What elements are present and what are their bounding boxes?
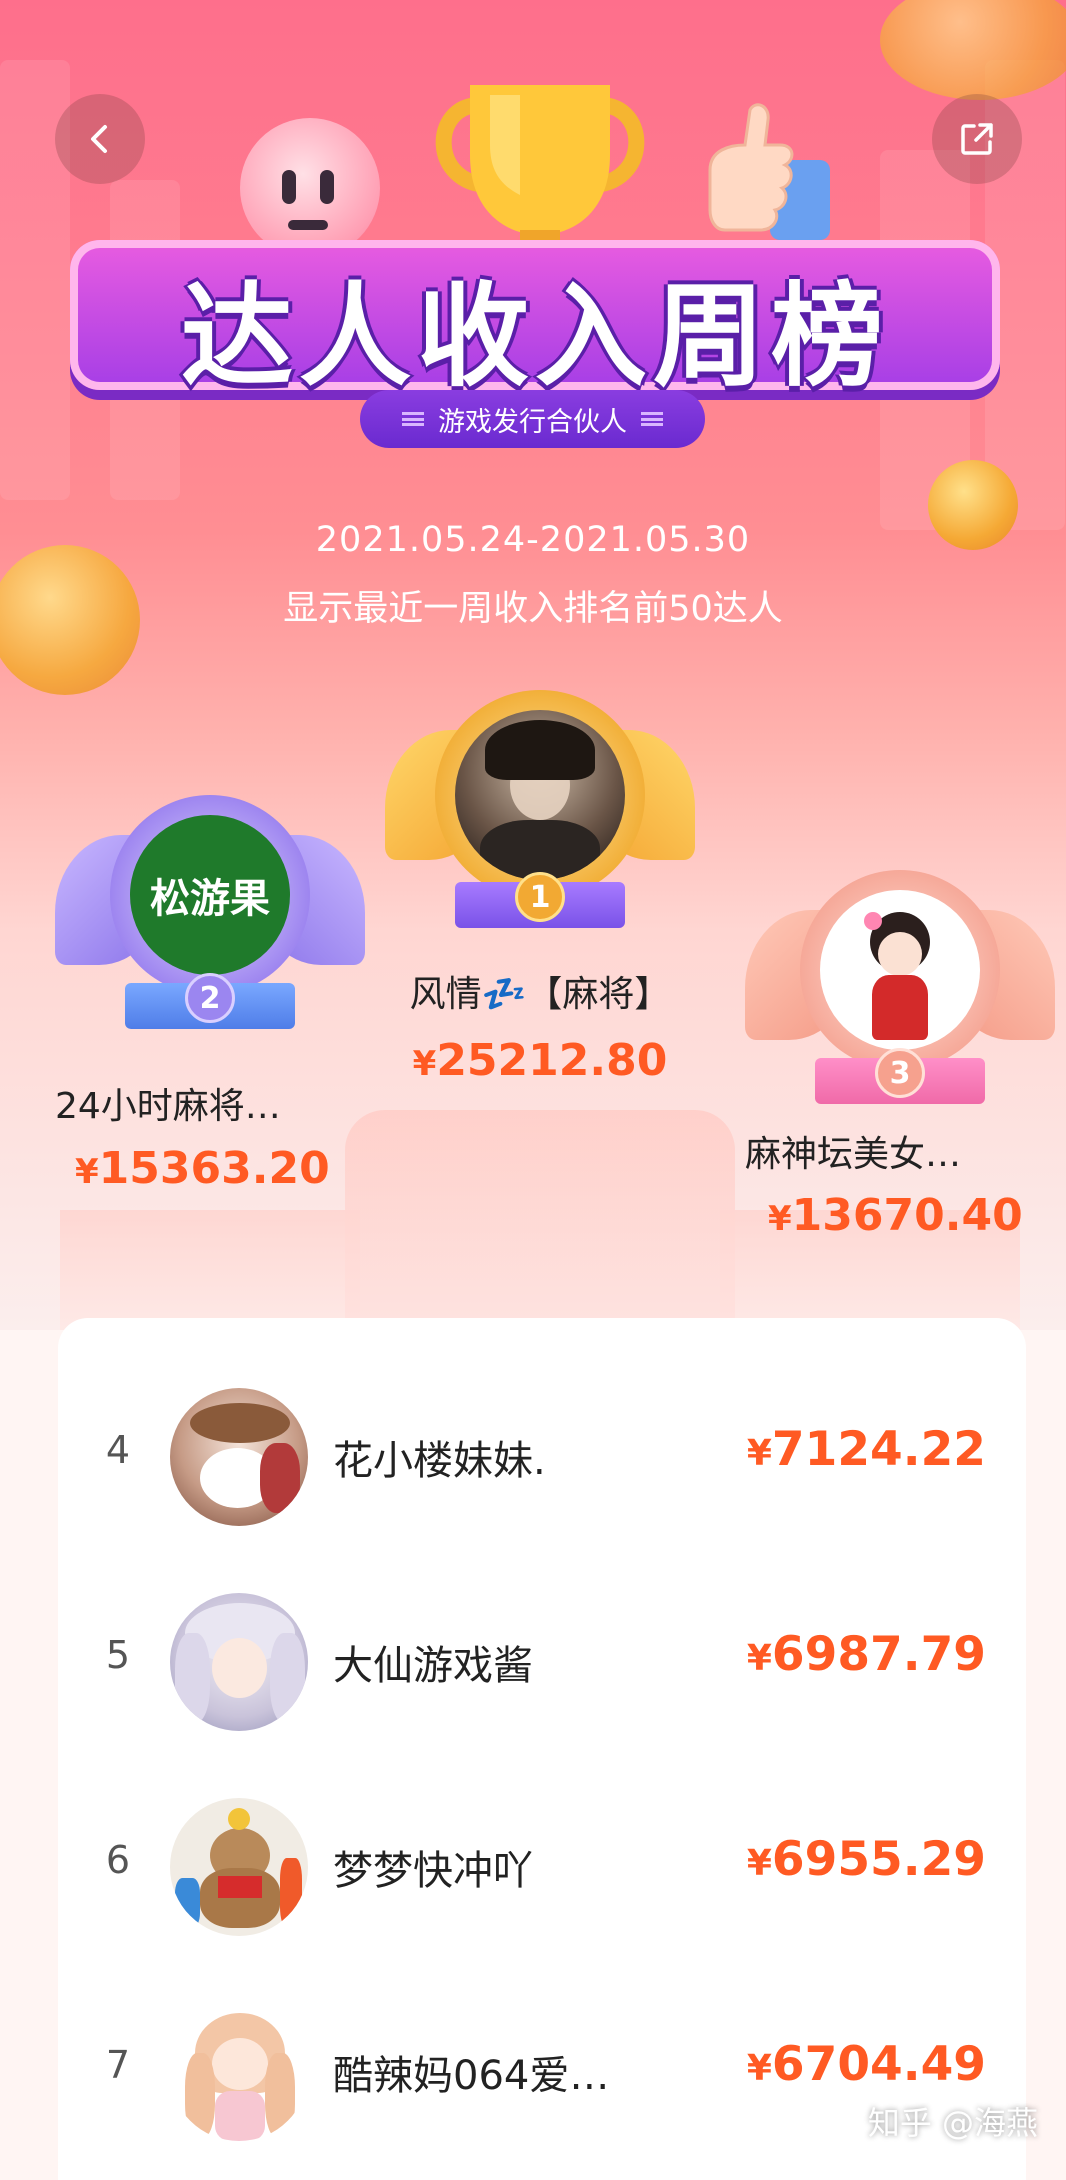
- list-item[interactable]: 4 花小楼妹妹. ¥7124.22: [58, 1358, 1026, 1558]
- page-title: 达人收入周榜: [181, 272, 889, 402]
- list-item[interactable]: 5 大仙游戏酱 ¥6987.79: [58, 1563, 1026, 1763]
- back-button[interactable]: [55, 94, 145, 184]
- podium-rank-2[interactable]: 松游果 2: [55, 795, 365, 1055]
- share-button[interactable]: [932, 94, 1022, 184]
- rank-number: 4: [105, 1428, 131, 1472]
- rank-number: 6: [105, 1838, 131, 1882]
- list-item-name: 梦梦快冲吖: [333, 1848, 533, 1894]
- list-item-name: 花小楼妹妹.: [333, 1438, 546, 1484]
- rank-number: 7: [105, 2043, 131, 2087]
- avatar: [170, 1593, 308, 1731]
- podium-pedestal: [345, 1110, 735, 1340]
- avatar: 松游果: [130, 815, 290, 975]
- rank-badge: 1: [515, 872, 565, 922]
- watermark: 知乎 @海燕: [867, 2104, 1038, 2142]
- title-banner: 达人收入周榜: [70, 220, 1000, 410]
- avatar: [170, 1798, 308, 1936]
- podium-rank-3[interactable]: 3: [745, 870, 1055, 1130]
- rank-badge: 2: [185, 973, 235, 1023]
- list-item[interactable]: 6 梦梦快冲吖 ¥6955.29: [58, 1768, 1026, 1968]
- share-external-icon: [961, 123, 993, 155]
- podium-name-2: 24小时麻将…: [55, 1086, 281, 1127]
- subtitle-pill: 游戏发行合伙人: [360, 390, 705, 448]
- coin-decoration: [880, 0, 1066, 100]
- avatar: [455, 710, 625, 880]
- podium-name-1: 风情💤【麻将】: [409, 974, 671, 1015]
- avatar: [170, 1388, 308, 1526]
- list-item-name: 大仙游戏酱: [333, 1643, 533, 1689]
- podium-amount-1: ¥25212.80: [412, 1035, 668, 1086]
- podium-amount-2: ¥15363.20: [75, 1143, 330, 1194]
- subtitle: 游戏发行合伙人: [438, 406, 627, 438]
- list-item-amount: ¥6987.79: [746, 1627, 986, 1682]
- podium-amount-3: ¥13670.40: [768, 1190, 1023, 1241]
- podium-rank-1[interactable]: 1: [385, 690, 695, 930]
- rank-badge: 3: [875, 1048, 925, 1098]
- date-range: 2021.05.24-2021.05.30: [315, 520, 751, 560]
- ranking-note: 显示最近一周收入排名前50达人: [283, 589, 783, 629]
- podium-name-3: 麻神坛美女…: [745, 1134, 962, 1175]
- avatar: [820, 890, 980, 1050]
- chevron-left-icon: [91, 125, 107, 153]
- list-item-amount: ¥6955.29: [746, 1832, 986, 1887]
- avatar: [170, 2003, 308, 2141]
- rank-number: 5: [105, 1633, 131, 1677]
- list-item-amount: ¥6704.49: [746, 2037, 986, 2092]
- list-item-amount: ¥7124.22: [746, 1422, 986, 1477]
- ranking-list: 4 花小楼妹妹. ¥7124.22 5 大仙游戏酱 ¥6987.79 6 梦梦快…: [58, 1318, 1026, 2180]
- avatar-logo-text: 松游果: [150, 876, 270, 922]
- list-item-name: 酷辣妈064爱…: [333, 2053, 610, 2099]
